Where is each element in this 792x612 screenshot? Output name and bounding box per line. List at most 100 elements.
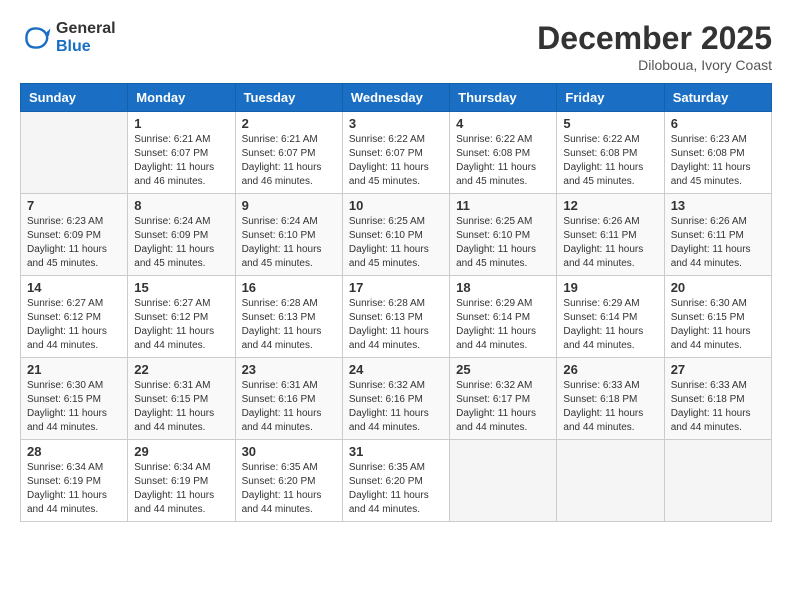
calendar-cell: 26 Sunrise: 6:33 AMSunset: 6:18 PMDayligh… bbox=[557, 358, 664, 440]
calendar-cell: 18Sunrise: 6:29 AMSunset: 6:14 PMDayligh… bbox=[450, 276, 557, 358]
calendar-cell: 11Sunrise: 6:25 AMSunset: 6:10 PMDayligh… bbox=[450, 194, 557, 276]
day-number: 29 bbox=[134, 444, 228, 459]
calendar-cell: 16 Sunrise: 6:28 AMSunset: 6:13 PMDayligh… bbox=[235, 276, 342, 358]
day-number: 8 bbox=[134, 198, 228, 213]
calendar-cell: 13 Sunrise: 6:26 AMSunset: 6:11 PMDayligh… bbox=[664, 194, 771, 276]
day-number: 9 bbox=[242, 198, 336, 213]
calendar-cell: 7 Sunrise: 6:23 AMSunset: 6:09 PMDaylight… bbox=[21, 194, 128, 276]
calendar-cell: 27Sunrise: 6:33 AMSunset: 6:18 PMDayligh… bbox=[664, 358, 771, 440]
day-info: Sunrise: 6:21 AMSunset: 6:07 PMDaylight:… bbox=[134, 133, 228, 189]
day-info: Sunrise: 6:22 AMSunset: 6:08 PMDaylight:… bbox=[456, 133, 550, 189]
calendar-cell: 6 Sunrise: 6:23 AMSunset: 6:08 PMDaylight… bbox=[664, 112, 771, 194]
calendar-week-1: 1Sunrise: 6:21 AMSunset: 6:07 PMDaylight… bbox=[21, 112, 772, 194]
day-info: Sunrise: 6:35 AMSunset: 6:20 PMDaylight:… bbox=[349, 461, 443, 517]
day-info: Sunrise: 6:26 AMSunset: 6:11 PMDaylight:… bbox=[563, 215, 657, 271]
day-number: 2 bbox=[242, 116, 336, 131]
page-header: General Blue December 2025 Diloboua, Ivo… bbox=[20, 20, 772, 73]
day-number: 14 bbox=[27, 280, 121, 295]
calendar-cell: 2 Sunrise: 6:21 AMSunset: 6:07 PMDaylight… bbox=[235, 112, 342, 194]
day-info: Sunrise: 6:27 AMSunset: 6:12 PMDaylight:… bbox=[27, 297, 121, 353]
calendar-cell: 17 Sunrise: 6:28 AMSunset: 6:13 PMDayligh… bbox=[342, 276, 449, 358]
day-number: 19 bbox=[563, 280, 657, 295]
day-number: 5 bbox=[563, 116, 657, 131]
calendar-cell: 31 Sunrise: 6:35 AMSunset: 6:20 PMDayligh… bbox=[342, 440, 449, 522]
day-number: 3 bbox=[349, 116, 443, 131]
day-info: Sunrise: 6:21 AMSunset: 6:07 PMDaylight:… bbox=[242, 133, 336, 189]
day-number: 28 bbox=[27, 444, 121, 459]
day-number: 17 bbox=[349, 280, 443, 295]
day-info: Sunrise: 6:32 AMSunset: 6:17 PMDaylight:… bbox=[456, 379, 550, 435]
logo: General Blue bbox=[20, 20, 116, 56]
calendar-cell: 29 Sunrise: 6:34 AMSunset: 6:19 PMDayligh… bbox=[128, 440, 235, 522]
calendar-cell bbox=[664, 440, 771, 522]
day-info: Sunrise: 6:23 AMSunset: 6:09 PMDaylight:… bbox=[27, 215, 121, 271]
calendar-week-4: 21 Sunrise: 6:30 AMSunset: 6:15 PMDayligh… bbox=[21, 358, 772, 440]
calendar-table: SundayMondayTuesdayWednesdayThursdayFrid… bbox=[20, 83, 772, 522]
day-number: 12 bbox=[563, 198, 657, 213]
day-info: Sunrise: 6:22 AMSunset: 6:07 PMDaylight:… bbox=[349, 133, 443, 189]
day-info: Sunrise: 6:25 AMSunset: 6:10 PMDaylight:… bbox=[349, 215, 443, 271]
day-info: Sunrise: 6:28 AMSunset: 6:13 PMDaylight:… bbox=[349, 297, 443, 353]
calendar-cell: 1Sunrise: 6:21 AMSunset: 6:07 PMDaylight… bbox=[128, 112, 235, 194]
calendar-cell bbox=[450, 440, 557, 522]
day-info: Sunrise: 6:24 AMSunset: 6:09 PMDaylight:… bbox=[134, 215, 228, 271]
day-number: 22 bbox=[134, 362, 228, 377]
logo-text: General Blue bbox=[56, 20, 116, 56]
day-number: 26 bbox=[563, 362, 657, 377]
day-info: Sunrise: 6:34 AMSunset: 6:19 PMDaylight:… bbox=[134, 461, 228, 517]
column-header-monday: Monday bbox=[128, 84, 235, 112]
calendar-cell bbox=[557, 440, 664, 522]
day-info: Sunrise: 6:33 AMSunset: 6:18 PMDaylight:… bbox=[563, 379, 657, 435]
calendar-cell: 23Sunrise: 6:31 AMSunset: 6:16 PMDayligh… bbox=[235, 358, 342, 440]
calendar-cell: 30 Sunrise: 6:35 AMSunset: 6:20 PMDayligh… bbox=[235, 440, 342, 522]
day-number: 21 bbox=[27, 362, 121, 377]
day-info: Sunrise: 6:30 AMSunset: 6:15 PMDaylight:… bbox=[671, 297, 765, 353]
calendar-cell: 20 Sunrise: 6:30 AMSunset: 6:15 PMDayligh… bbox=[664, 276, 771, 358]
logo-icon bbox=[20, 22, 52, 54]
calendar-cell: 8 Sunrise: 6:24 AMSunset: 6:09 PMDaylight… bbox=[128, 194, 235, 276]
day-number: 30 bbox=[242, 444, 336, 459]
day-info: Sunrise: 6:31 AMSunset: 6:15 PMDaylight:… bbox=[134, 379, 228, 435]
calendar-cell: 15 Sunrise: 6:27 AMSunset: 6:12 PMDayligh… bbox=[128, 276, 235, 358]
day-number: 25 bbox=[456, 362, 550, 377]
day-number: 18 bbox=[456, 280, 550, 295]
calendar-cell: 10 Sunrise: 6:25 AMSunset: 6:10 PMDayligh… bbox=[342, 194, 449, 276]
day-number: 7 bbox=[27, 198, 121, 213]
day-number: 10 bbox=[349, 198, 443, 213]
column-header-thursday: Thursday bbox=[450, 84, 557, 112]
day-info: Sunrise: 6:30 AMSunset: 6:15 PMDaylight:… bbox=[27, 379, 121, 435]
calendar-cell: 25 Sunrise: 6:32 AMSunset: 6:17 PMDayligh… bbox=[450, 358, 557, 440]
calendar-cell: 28 Sunrise: 6:34 AMSunset: 6:19 PMDayligh… bbox=[21, 440, 128, 522]
column-header-tuesday: Tuesday bbox=[235, 84, 342, 112]
day-info: Sunrise: 6:25 AMSunset: 6:10 PMDaylight:… bbox=[456, 215, 550, 271]
day-info: Sunrise: 6:24 AMSunset: 6:10 PMDaylight:… bbox=[242, 215, 336, 271]
calendar-week-3: 14 Sunrise: 6:27 AMSunset: 6:12 PMDayligh… bbox=[21, 276, 772, 358]
day-number: 31 bbox=[349, 444, 443, 459]
column-header-saturday: Saturday bbox=[664, 84, 771, 112]
day-info: Sunrise: 6:27 AMSunset: 6:12 PMDaylight:… bbox=[134, 297, 228, 353]
column-header-friday: Friday bbox=[557, 84, 664, 112]
calendar-cell: 21 Sunrise: 6:30 AMSunset: 6:15 PMDayligh… bbox=[21, 358, 128, 440]
title-block: December 2025 Diloboua, Ivory Coast bbox=[537, 20, 772, 73]
day-info: Sunrise: 6:22 AMSunset: 6:08 PMDaylight:… bbox=[563, 133, 657, 189]
day-number: 15 bbox=[134, 280, 228, 295]
calendar-cell: 22 Sunrise: 6:31 AMSunset: 6:15 PMDayligh… bbox=[128, 358, 235, 440]
day-info: Sunrise: 6:35 AMSunset: 6:20 PMDaylight:… bbox=[242, 461, 336, 517]
calendar-cell: 19Sunrise: 6:29 AMSunset: 6:14 PMDayligh… bbox=[557, 276, 664, 358]
calendar-cell bbox=[21, 112, 128, 194]
calendar-header-row: SundayMondayTuesdayWednesdayThursdayFrid… bbox=[21, 84, 772, 112]
column-header-wednesday: Wednesday bbox=[342, 84, 449, 112]
calendar-week-5: 28 Sunrise: 6:34 AMSunset: 6:19 PMDayligh… bbox=[21, 440, 772, 522]
day-info: Sunrise: 6:34 AMSunset: 6:19 PMDaylight:… bbox=[27, 461, 121, 517]
day-number: 20 bbox=[671, 280, 765, 295]
day-number: 6 bbox=[671, 116, 765, 131]
day-info: Sunrise: 6:31 AMSunset: 6:16 PMDaylight:… bbox=[242, 379, 336, 435]
day-info: Sunrise: 6:32 AMSunset: 6:16 PMDaylight:… bbox=[349, 379, 443, 435]
day-info: Sunrise: 6:23 AMSunset: 6:08 PMDaylight:… bbox=[671, 133, 765, 189]
location-subtitle: Diloboua, Ivory Coast bbox=[537, 57, 772, 73]
day-info: Sunrise: 6:26 AMSunset: 6:11 PMDaylight:… bbox=[671, 215, 765, 271]
day-number: 13 bbox=[671, 198, 765, 213]
calendar-cell: 12 Sunrise: 6:26 AMSunset: 6:11 PMDayligh… bbox=[557, 194, 664, 276]
day-info: Sunrise: 6:28 AMSunset: 6:13 PMDaylight:… bbox=[242, 297, 336, 353]
day-number: 16 bbox=[242, 280, 336, 295]
